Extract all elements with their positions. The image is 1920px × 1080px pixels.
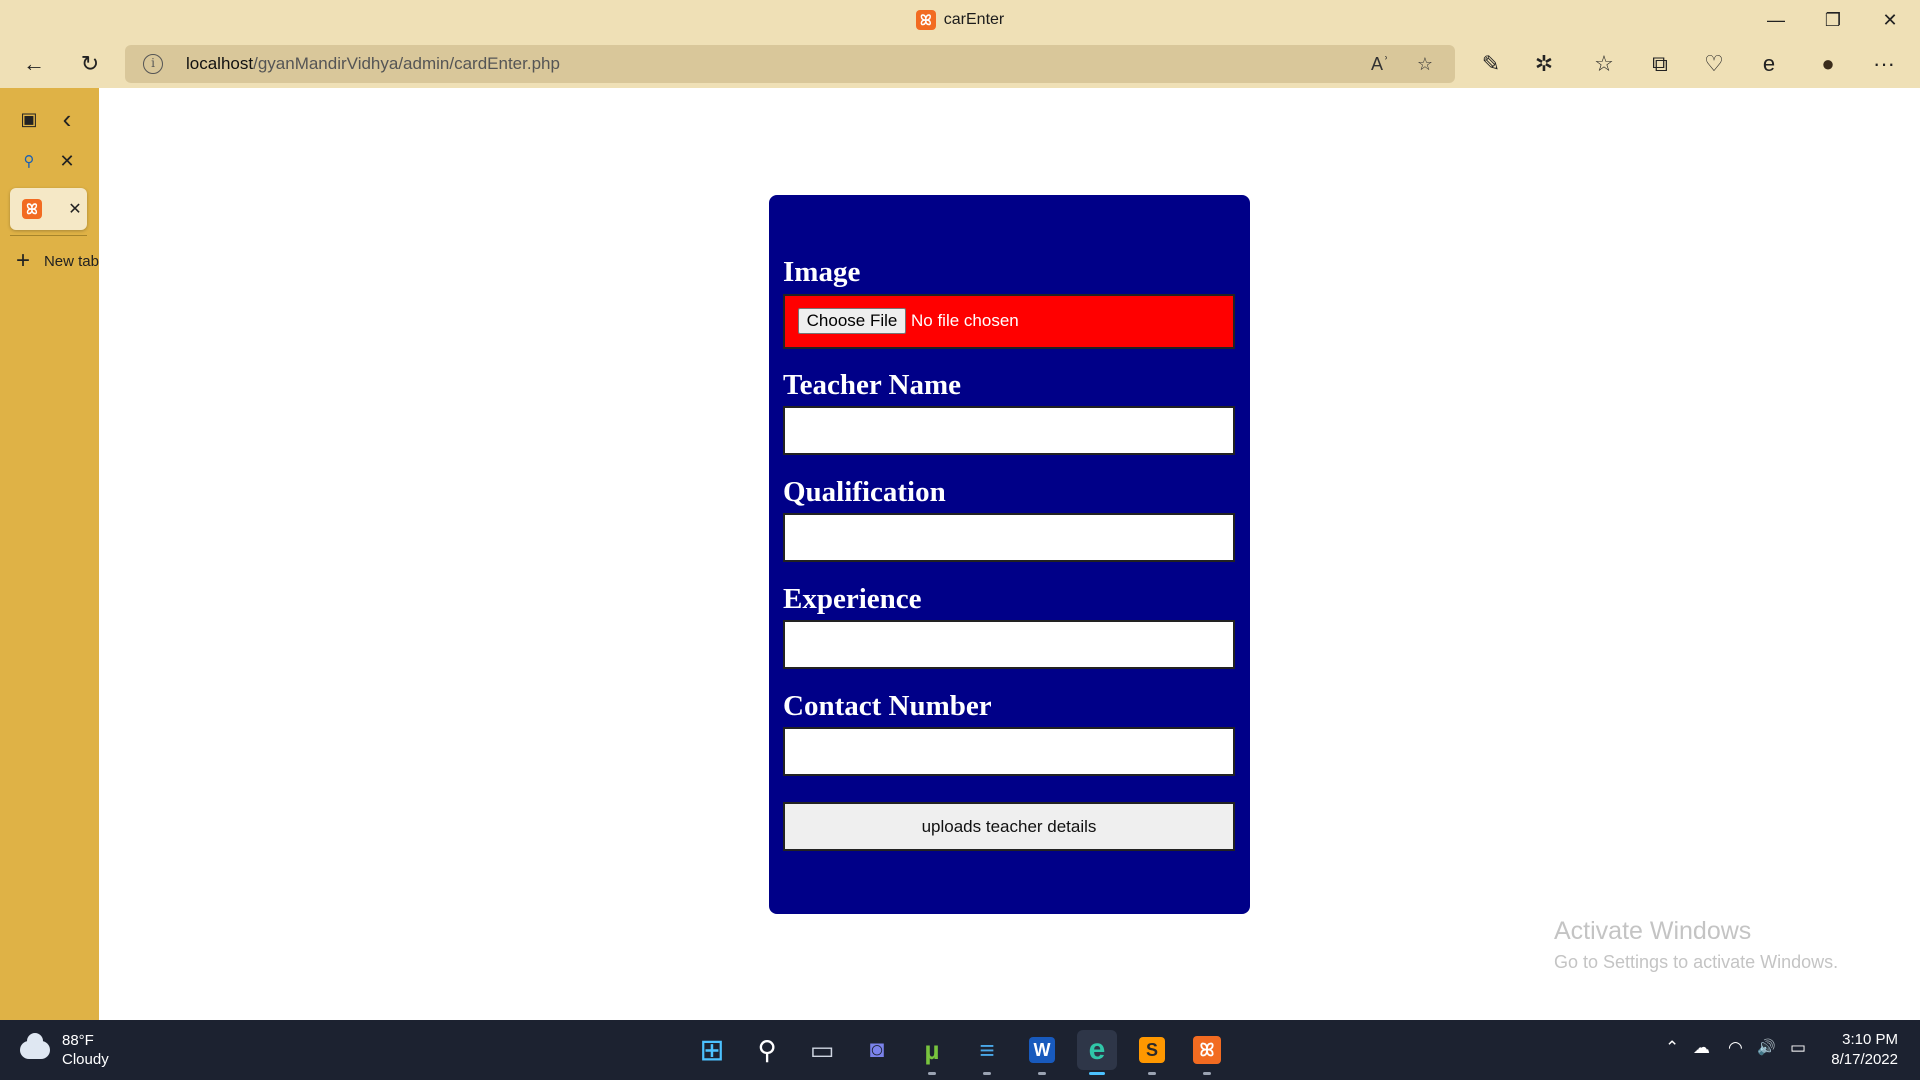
extensions-icon[interactable]: ✲ bbox=[1524, 44, 1564, 84]
vertical-tabs-sidebar: ▣ ‹ ⚲ ✕ ꕤ ✕ + New tab bbox=[0, 88, 99, 1020]
clock-time: 3:10 PM bbox=[1842, 1031, 1898, 1048]
edge-icon[interactable]: e bbox=[1077, 1030, 1117, 1075]
upload-teacher-details-button[interactable]: uploads teacher details bbox=[783, 802, 1235, 851]
choose-file-button[interactable]: Choose File bbox=[798, 308, 906, 334]
activate-windows-watermark: Activate Windows Go to Settings to activ… bbox=[1554, 917, 1838, 973]
weather-temp: 88°F bbox=[62, 1032, 94, 1049]
close-button[interactable]: ✕ bbox=[1862, 0, 1918, 40]
xampp-glyph: ꕤ bbox=[1193, 1036, 1221, 1064]
search-tabs-icon[interactable]: ⚲ bbox=[14, 146, 44, 176]
running-indicator bbox=[928, 1072, 936, 1075]
address-url[interactable]: localhost/gyanMandirVidhya/admin/cardEnt… bbox=[186, 54, 560, 74]
profile-avatar[interactable]: ● bbox=[1808, 44, 1848, 84]
xampp-taskbar-icon[interactable]: ꕤ bbox=[1187, 1030, 1227, 1075]
tab-divider bbox=[10, 235, 87, 236]
weather-widget[interactable]: 88°F Cloudy bbox=[20, 1030, 109, 1070]
address-bar[interactable]: i localhost/gyanMandirVidhya/admin/cardE… bbox=[125, 45, 1455, 83]
read-aloud-icon[interactable]: Aʾ bbox=[1365, 49, 1395, 79]
active-indicator bbox=[1089, 1072, 1105, 1075]
edge-glyph: e bbox=[1088, 1033, 1106, 1066]
word-glyph: W bbox=[1029, 1037, 1055, 1063]
watermark-title: Activate Windows bbox=[1554, 917, 1752, 945]
collections-icon[interactable]: ⧉ bbox=[1640, 44, 1680, 84]
sublime-glyph: S bbox=[1139, 1037, 1165, 1063]
browser-essentials-icon[interactable]: ♡ bbox=[1694, 44, 1734, 84]
chat-icon[interactable]: ◙ bbox=[857, 1030, 897, 1070]
volume-icon[interactable]: 🔊 bbox=[1757, 1038, 1776, 1056]
new-tab-label: New tab bbox=[43, 252, 99, 270]
show-hidden-icons-icon[interactable]: ⌃ bbox=[1665, 1038, 1679, 1058]
contact-number-label: Contact Number bbox=[783, 690, 992, 722]
search-icon[interactable]: ⚲ bbox=[747, 1030, 787, 1070]
back-button[interactable]: ← bbox=[14, 44, 54, 84]
image-file-input[interactable]: Choose File No file chosen bbox=[783, 294, 1235, 349]
minimize-button[interactable]: — bbox=[1748, 0, 1804, 40]
clock[interactable]: 3:10 PM 8/17/2022 bbox=[1826, 1030, 1898, 1070]
running-indicator bbox=[1148, 1072, 1156, 1075]
no-file-text: No file chosen bbox=[911, 311, 1019, 330]
utorrent-glyph: µ bbox=[924, 1034, 940, 1065]
word-icon[interactable]: W bbox=[1022, 1030, 1062, 1075]
site-info-icon[interactable]: i bbox=[143, 54, 163, 74]
wifi-icon[interactable]: ◠ bbox=[1728, 1038, 1743, 1058]
address-path: /gyanMandirVidhya/admin/cardEnter.php bbox=[253, 54, 560, 73]
taskbar: 88°F Cloudy ⊞ ⚲ ▭ ◙ µ ≡ W e S ꕤ ⌃ ☁ ◠ 🔊 … bbox=[0, 1020, 1920, 1080]
notepad-icon[interactable]: ≡ bbox=[967, 1030, 1007, 1075]
address-host: localhost bbox=[186, 54, 254, 73]
running-indicator bbox=[1203, 1072, 1211, 1075]
contact-number-input[interactable] bbox=[783, 727, 1235, 776]
search-tabs-close-icon[interactable]: ✕ bbox=[52, 146, 82, 176]
qualification-input[interactable] bbox=[783, 513, 1235, 562]
active-tab[interactable]: ꕤ ✕ bbox=[10, 188, 87, 230]
window-title-text: carEnter bbox=[943, 11, 1005, 28]
refresh-button[interactable]: ↻ bbox=[70, 44, 110, 84]
battery-icon[interactable]: ▭ bbox=[1790, 1038, 1806, 1058]
browser-toolbar: ← ↻ i localhost/gyanMandirVidhya/admin/c… bbox=[0, 40, 1920, 88]
cloud-icon bbox=[20, 1033, 50, 1059]
watermark-subtitle: Go to Settings to activate Windows. bbox=[1554, 952, 1839, 972]
running-indicator bbox=[1038, 1072, 1046, 1075]
experience-input[interactable] bbox=[783, 620, 1235, 669]
teacher-name-label: Teacher Name bbox=[783, 369, 961, 401]
image-label: Image bbox=[783, 256, 861, 288]
tab-actions-icon[interactable]: ▣ bbox=[14, 104, 44, 134]
sublime-text-icon[interactable]: S bbox=[1132, 1030, 1172, 1075]
new-tab-button[interactable]: + New tab bbox=[16, 246, 99, 276]
window-title: ꕤ carEnter bbox=[0, 10, 1920, 30]
onedrive-icon[interactable]: ☁ bbox=[1693, 1038, 1710, 1058]
title-bar: ꕤ carEnter — ❐ ✕ bbox=[0, 0, 1920, 40]
add-favorite-icon[interactable]: ☆ bbox=[1410, 49, 1440, 79]
clock-date: 8/17/2022 bbox=[1831, 1051, 1898, 1068]
more-menu-icon[interactable]: ··· bbox=[1864, 44, 1904, 84]
xampp-icon: ꕤ bbox=[915, 10, 936, 30]
qualification-label: Qualification bbox=[783, 476, 946, 508]
notepad-glyph: ≡ bbox=[979, 1034, 995, 1065]
task-view-icon[interactable]: ▭ bbox=[802, 1030, 842, 1070]
teacher-form-card: Image Choose File No file chosen Teacher… bbox=[769, 195, 1250, 914]
collapse-sidebar-icon[interactable]: ‹ bbox=[52, 104, 82, 134]
start-button[interactable]: ⊞ bbox=[692, 1030, 732, 1070]
extension-icon[interactable]: ✎ bbox=[1471, 44, 1511, 84]
restore-button[interactable]: ❐ bbox=[1805, 0, 1861, 40]
running-indicator bbox=[983, 1072, 991, 1075]
close-tab-icon[interactable]: ✕ bbox=[60, 194, 90, 224]
weather-desc: Cloudy bbox=[62, 1051, 109, 1068]
xampp-icon: ꕤ bbox=[22, 199, 42, 219]
teacher-name-input[interactable] bbox=[783, 406, 1235, 455]
utorrent-icon[interactable]: µ bbox=[912, 1030, 952, 1075]
favorites-icon[interactable]: ☆ bbox=[1584, 44, 1624, 84]
plus-icon: + bbox=[16, 247, 31, 274]
experience-label: Experience bbox=[783, 583, 922, 615]
ie-mode-icon[interactable]: e bbox=[1749, 44, 1789, 84]
